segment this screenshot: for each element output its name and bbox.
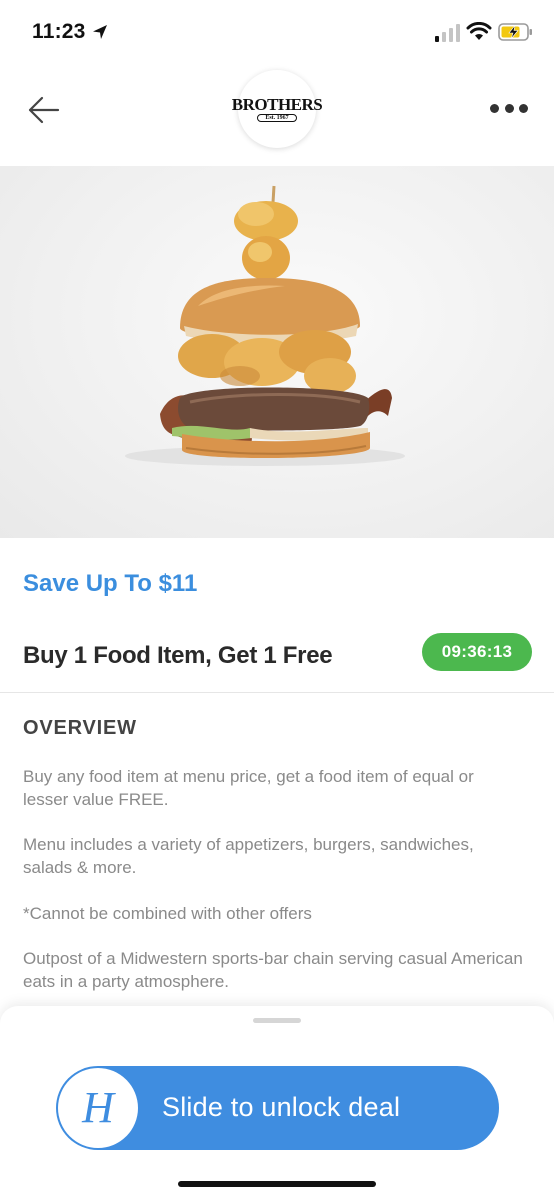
deal-title: Buy 1 Food Item, Get 1 Free [23,642,333,669]
countdown-timer-badge: 09:36:13 [422,633,532,671]
divider [0,692,554,693]
battery-charging-icon [498,23,532,41]
cellular-signal-icon [435,24,460,42]
overview-paragraph: Outpost of a Midwestern sports-bar chain… [23,949,523,991]
logo-wordmark: BROTHERS [231,95,323,114]
brand-h-icon: H [82,1083,114,1132]
deal-photo [0,166,554,538]
home-indicator [178,1181,376,1187]
overview-paragraph: Menu includes a variety of appetizers, b… [23,835,474,877]
slider-knob[interactable]: H [58,1068,138,1148]
header: BROTHERS Est. 1967 [0,66,554,166]
location-arrow-icon [93,25,107,39]
brand-logo: BROTHERS Est. 1967 [232,70,323,148]
status-bar: 11:23 [0,0,554,66]
sheet-grabber[interactable] [253,1018,301,1023]
back-arrow-icon[interactable] [22,90,66,130]
slide-to-unlock-slider[interactable]: H Slide to unlock deal [56,1066,499,1150]
unlock-sheet: H Slide to unlock deal [0,1006,554,1200]
overview-paragraph: *Cannot be combined with other offers [23,904,312,923]
more-dots-icon [490,103,499,113]
overview-paragraph: Buy any food item at menu price, get a f… [23,767,474,809]
slider-label: Slide to unlock deal [162,1092,401,1122]
logo-established: Est. 1967 [257,114,297,122]
overview-heading: OVERVIEW [23,717,137,739]
savings-text: Save Up To $11 [23,570,198,597]
wifi-icon [466,22,492,40]
burger-photo [125,185,405,466]
more-options-button[interactable] [486,96,532,120]
status-time: 11:23 [32,20,86,43]
